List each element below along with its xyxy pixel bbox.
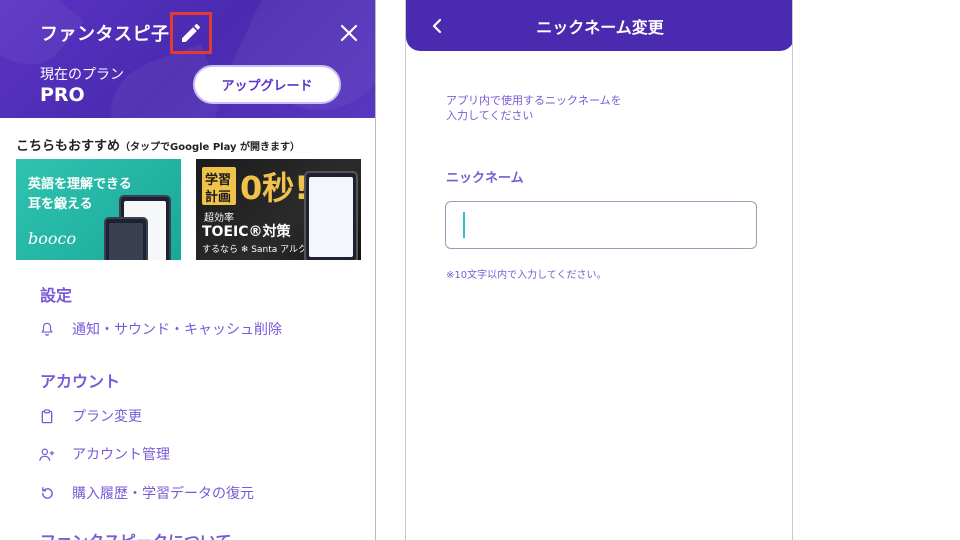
menu-item-label: プラン変更	[72, 409, 142, 425]
menu-header: ファンタスピ子 現在のプラン PRO アップグレード	[0, 0, 375, 118]
section-settings-title: 設定	[40, 286, 73, 305]
nickname-input[interactable]	[445, 201, 757, 249]
phone-image	[104, 217, 148, 260]
phone-image	[304, 171, 358, 260]
clipboard-icon	[38, 407, 56, 425]
menu-item-plan-change[interactable]: プラン変更	[38, 402, 338, 430]
plan-name: PRO	[40, 84, 85, 106]
user-name: ファンタスピ子	[40, 24, 170, 45]
upgrade-button[interactable]: アップグレード	[193, 65, 341, 104]
menu-item-restore[interactable]: 購入履歴・学習データの復元	[38, 479, 338, 507]
nickname-hint: ※10文字以内で入力してください。	[446, 270, 607, 281]
recommend-heading: こちらもおすすめ	[16, 139, 121, 154]
menu-item-label: アカウント管理	[72, 447, 170, 463]
section-about-title: ファンタスピークについて	[40, 528, 232, 540]
recommend-note: （タップでGoogle Play が開きます）	[120, 142, 301, 153]
santa-footer: するなら ❄ Santa アルク	[202, 245, 308, 255]
santa-banner[interactable]: 学習 計画 0秒! 超効率 TOEIC®対策 するなら ❄ Santa アルク	[196, 159, 361, 260]
booco-logo: booco	[28, 229, 77, 248]
close-button[interactable]	[336, 20, 362, 46]
menu-panel: ファンタスピ子 現在のプラン PRO アップグレード こちらもおすすめ（タップで…	[0, 0, 376, 540]
booco-line2: 耳を鍛える	[28, 197, 93, 212]
nickname-screen: ニックネーム変更 アプリ内で使用するニックネームを 入力してください ニックネー…	[405, 0, 793, 540]
description-text: アプリ内で使用するニックネームを 入力してください	[446, 94, 622, 122]
edit-name-button[interactable]	[170, 12, 212, 54]
booco-line1: 英語を理解できる	[28, 177, 132, 192]
booco-banner[interactable]: 英語を理解できる 耳を鍛える booco	[16, 159, 181, 260]
page-title: ニックネーム変更	[536, 18, 664, 37]
menu-item-account-manage[interactable]: アカウント管理	[38, 440, 338, 468]
section-account-title: アカウント	[40, 372, 121, 391]
user-add-icon	[38, 445, 56, 463]
menu-item-notifications[interactable]: 通知・サウンド・キャッシュ削除	[38, 315, 338, 343]
plan-label: 現在のプラン	[40, 67, 124, 83]
santa-big: 0秒!	[240, 169, 309, 207]
nickname-header: ニックネーム変更	[406, 0, 792, 51]
nickname-description: アプリ内で使用するニックネームを 入力してください	[446, 93, 706, 123]
santa-toeic: TOEIC®対策	[202, 224, 291, 240]
restore-icon	[38, 484, 56, 502]
santa-line2: 計画	[205, 190, 232, 205]
pencil-icon	[182, 23, 201, 42]
menu-item-label: 購入履歴・学習データの復元	[72, 486, 254, 502]
text-caret	[463, 212, 465, 238]
recommend-title: こちらもおすすめ（タップでGoogle Play が開きます）	[16, 135, 300, 154]
nickname-field-label: ニックネーム	[446, 171, 524, 186]
bell-icon	[38, 320, 56, 338]
menu-item-label: 通知・サウンド・キャッシュ削除	[72, 322, 282, 338]
close-icon	[340, 24, 358, 42]
